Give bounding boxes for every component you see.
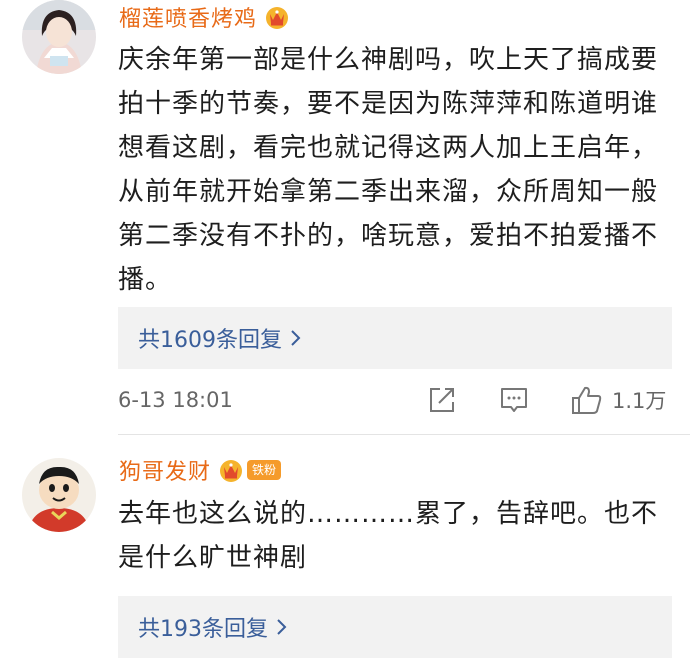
- like-count: 1.1万: [612, 389, 667, 413]
- comment-icon: [501, 388, 527, 412]
- view-replies-button[interactable]: 共193条回复: [118, 596, 672, 658]
- chevron-right-icon: [291, 330, 301, 346]
- share-button[interactable]: [426, 384, 458, 416]
- view-replies-button[interactable]: 共1609条回复: [118, 307, 672, 369]
- share-icon: [430, 388, 454, 412]
- crown-icon: [266, 7, 289, 29]
- replies-label: 共193条回复: [138, 617, 268, 642]
- like-icon: [572, 386, 602, 414]
- like-button[interactable]: 1.1万: [570, 384, 666, 416]
- comment-item: 狗哥发财 铁粉 去年也这么说的…………累了，告辞吧。也不是什么旷世神剧 共193…: [0, 448, 690, 666]
- username[interactable]: 狗哥发财: [119, 454, 211, 486]
- chevron-right-icon: [277, 619, 287, 635]
- username[interactable]: 榴莲喷香烤鸡: [119, 1, 257, 33]
- username-row: 狗哥发财 铁粉: [119, 453, 282, 487]
- crown-icon: [220, 460, 243, 482]
- comment-meta: 6-13 18:01 1.1万: [118, 380, 678, 420]
- comment-item: 榴莲喷香烤鸡 庆余年第一部是什么神剧吗，吹上天了搞成要拍十季的节奏，要不是因为陈…: [0, 0, 690, 448]
- comment-button[interactable]: [498, 384, 530, 416]
- comment-text: 庆余年第一部是什么神剧吗，吹上天了搞成要拍十季的节奏，要不是因为陈萍萍和陈道明谁…: [118, 45, 659, 295]
- avatar[interactable]: [22, 458, 96, 532]
- fan-badge: 铁粉: [247, 460, 282, 480]
- username-row: 榴莲喷香烤鸡: [119, 0, 291, 34]
- comment-text: 去年也这么说的…………累了，告辞吧。也不是什么旷世神剧: [118, 499, 659, 573]
- avatar[interactable]: [22, 0, 96, 74]
- replies-label: 共1609条回复: [138, 328, 282, 353]
- timestamp: 6-13 18:01: [118, 388, 233, 412]
- divider: [118, 434, 690, 435]
